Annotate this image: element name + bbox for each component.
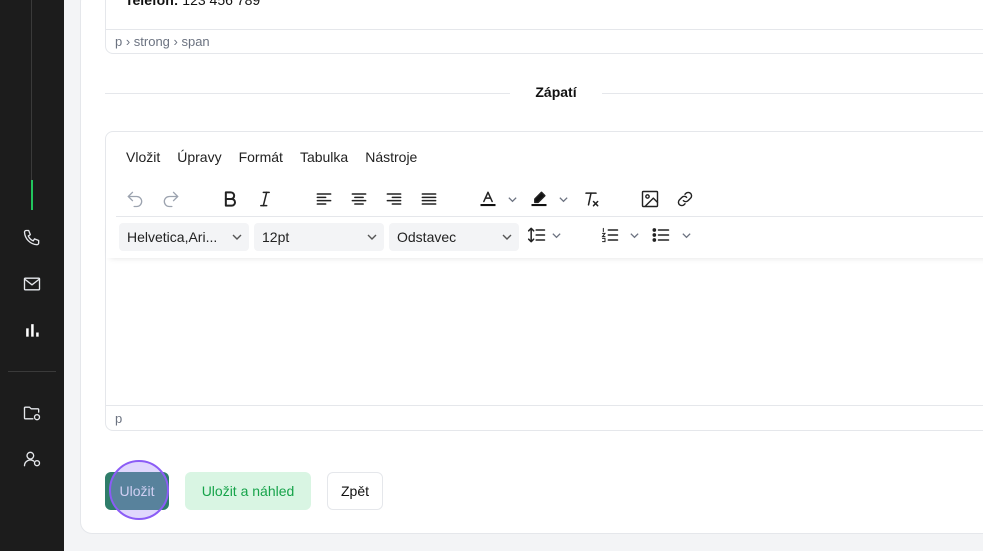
highlight-color-icon[interactable]: [527, 187, 551, 211]
footer-editor-content-area[interactable]: [106, 260, 983, 405]
align-justify-icon[interactable]: [417, 187, 441, 211]
phone-label: Telefon:: [125, 0, 179, 8]
back-button[interactable]: Zpět: [327, 472, 383, 510]
footer-editor-statusbar: p: [106, 405, 983, 430]
section-divider-right: [602, 93, 983, 94]
mail-icon[interactable]: [20, 272, 44, 296]
line-height-icon[interactable]: [525, 223, 549, 247]
phone-value: 123 456 789: [178, 0, 261, 8]
image-icon[interactable]: [638, 187, 662, 211]
header-editor-content: Telefon: 123 456 789: [125, 0, 260, 8]
menu-tools[interactable]: Nástroje: [365, 149, 417, 165]
menu-edit[interactable]: Úpravy: [177, 149, 221, 165]
highlight-color-chevron-icon[interactable]: [557, 187, 569, 211]
editor-toolbar-secondary: Helvetica,Ari... 12pt Odstavec: [106, 218, 983, 258]
chevron-down-icon: [502, 234, 512, 240]
footer-editor: Vložit Úpravy Formát Tabulka Nástroje He…: [105, 131, 983, 431]
sidebar: [0, 0, 64, 551]
chevron-down-icon: [367, 234, 377, 240]
text-color-chevron-icon[interactable]: [506, 187, 518, 211]
sidebar-connector-line: [31, 0, 32, 180]
bold-icon[interactable]: [218, 187, 242, 211]
menu-table[interactable]: Tabulka: [300, 149, 348, 165]
save-and-preview-button[interactable]: Uložit a náhled: [185, 472, 311, 510]
italic-icon[interactable]: [253, 187, 277, 211]
bar-chart-icon[interactable]: [20, 318, 44, 342]
undo-icon[interactable]: [123, 187, 147, 211]
numbered-list-icon[interactable]: [598, 223, 622, 247]
toolbar-separator: [116, 216, 983, 217]
font-size-value: 12pt: [262, 229, 290, 245]
sidebar-separator: [8, 371, 56, 372]
line-height-chevron-icon[interactable]: [550, 223, 562, 247]
section-title: Zápatí: [535, 84, 577, 100]
section-divider-left: [105, 93, 510, 94]
menu-insert[interactable]: Vložit: [126, 149, 160, 165]
sidebar-active-indicator: [31, 180, 33, 210]
user-settings-icon[interactable]: [20, 447, 44, 471]
align-center-icon[interactable]: [347, 187, 371, 211]
font-size-select[interactable]: 12pt: [254, 223, 384, 251]
redo-icon[interactable]: [159, 187, 183, 211]
numbered-list-chevron-icon[interactable]: [628, 223, 640, 247]
align-left-icon[interactable]: [312, 187, 336, 211]
phone-icon[interactable]: [20, 226, 44, 250]
block-format-select[interactable]: Odstavec: [389, 223, 519, 251]
align-right-icon[interactable]: [382, 187, 406, 211]
font-family-select[interactable]: Helvetica,Ari...: [119, 223, 249, 251]
click-indicator: [109, 460, 169, 520]
bullet-list-chevron-icon[interactable]: [680, 223, 692, 247]
text-color-icon[interactable]: [476, 187, 500, 211]
clear-formatting-icon[interactable]: [579, 187, 603, 211]
folder-settings-icon[interactable]: [20, 401, 44, 425]
chevron-down-icon: [232, 234, 242, 240]
font-family-value: Helvetica,Ari...: [127, 229, 218, 245]
editor-menubar: Vložit Úpravy Formát Tabulka Nástroje: [126, 149, 434, 165]
header-editor-statusbar: p › strong › span: [106, 29, 983, 53]
bullet-list-icon[interactable]: [649, 223, 673, 247]
editor-toolbar-primary: [106, 182, 983, 216]
block-format-value: Odstavec: [397, 229, 457, 245]
menu-format[interactable]: Formát: [239, 149, 283, 165]
link-icon[interactable]: [673, 187, 697, 211]
